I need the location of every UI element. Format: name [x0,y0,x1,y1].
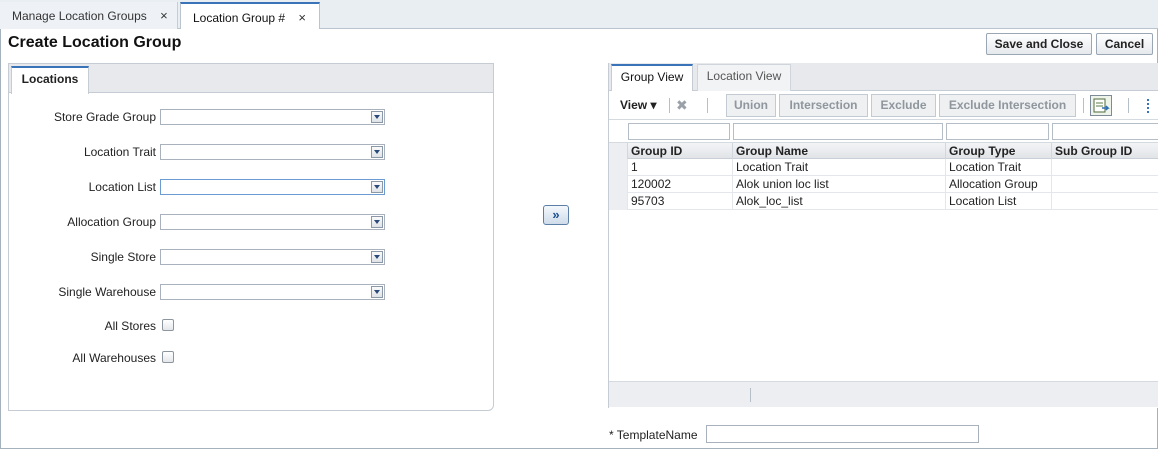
cell-group-type: Allocation Group [945,176,1051,193]
save-and-close-button[interactable]: Save and Close [986,33,1092,55]
chevron-down-icon[interactable] [371,146,383,158]
template-name-text: TemplateName [616,428,698,442]
table-header: Group ID Group Name Group Type Sub Group… [609,142,1158,160]
group-toolbar: View ▾ ✖ Union Intersection Exclude Excl… [609,91,1158,120]
allocation-group-label: Allocation Group [67,215,156,229]
tab-group-view[interactable]: Group View [611,64,693,92]
toolbar-separator [669,98,670,113]
document-tab-strip: Manage Location Groups × Location Group … [0,0,1158,30]
close-icon[interactable]: × [298,10,306,25]
filter-group-name-input[interactable] [733,123,943,140]
double-chevron-right-icon: » [552,207,560,222]
filter-group-type-input[interactable] [946,123,1049,140]
chevron-down-icon[interactable] [371,111,383,123]
store-grade-group-select[interactable] [160,109,385,125]
tab-label: Manage Location Groups [12,9,147,23]
table-row[interactable]: 120002 Alok union loc list Allocation Gr… [609,176,1158,193]
location-list-label: Location List [88,180,156,194]
intersection-button[interactable]: Intersection [779,94,868,117]
all-stores-checkbox[interactable] [162,319,174,331]
groups-table: Group ID Group Name Group Type Sub Group… [609,120,1158,408]
tab-locations[interactable]: Locations [11,66,89,94]
page-title: Create Location Group [8,34,182,51]
toolbar-separator [1083,98,1084,113]
row-selector[interactable] [609,159,627,176]
location-trait-select[interactable] [160,144,385,160]
filter-row [609,120,1158,142]
cancel-button[interactable]: Cancel [1096,33,1153,55]
union-button[interactable]: Union [726,94,776,117]
required-marker: * [609,428,614,442]
column-header-sub-group-id[interactable]: Sub Group ID [1051,143,1158,160]
single-warehouse-select[interactable] [160,284,385,300]
single-store-label: Single Store [90,250,156,264]
single-warehouse-label: Single Warehouse [58,285,156,299]
chevron-down-icon[interactable] [371,181,383,193]
cell-group-name: Alok_loc_list [732,193,945,210]
close-icon[interactable]: × [160,8,168,23]
row-header-corner [609,143,627,159]
cell-sub-group-id [1051,193,1158,210]
table-row[interactable]: 1 Location Trait Location Trait [609,159,1158,176]
group-view-panel: Group View Location View View ▾ ✖ Union … [608,63,1158,408]
column-header-group-name[interactable]: Group Name [732,143,945,160]
filter-sub-group-id-input[interactable] [1052,123,1158,140]
all-warehouses-checkbox[interactable] [162,351,174,363]
delete-icon[interactable]: ✖ [676,97,688,114]
cell-group-name: Location Trait [732,159,945,176]
all-stores-label: All Stores [104,319,156,333]
locations-tabbar: Locations [9,64,493,94]
cell-group-id: 120002 [627,176,732,193]
chevron-down-icon[interactable] [371,286,383,298]
table-row[interactable]: 95703 Alok_loc_list Location List [609,193,1158,210]
view-menu[interactable]: View ▾ [620,98,657,112]
cell-sub-group-id [1051,159,1158,176]
column-header-group-type[interactable]: Group Type [945,143,1051,160]
allocation-group-select[interactable] [160,214,385,230]
column-header-group-id[interactable]: Group ID [627,143,732,160]
row-selector[interactable] [609,193,627,210]
locations-panel: Locations Store Grade Group Location Tra… [8,63,494,411]
exclude-intersection-button[interactable]: Exclude Intersection [939,94,1076,117]
overflow-icon[interactable] [1147,99,1150,113]
all-warehouses-label: All Warehouses [72,351,156,365]
exclude-button[interactable]: Exclude [871,94,936,117]
tab-manage-location-groups[interactable]: Manage Location Groups × [0,2,178,29]
cell-group-type: Location List [945,193,1051,210]
chevron-down-icon[interactable] [371,251,383,263]
cell-group-type: Location Trait [945,159,1051,176]
chevron-down-icon[interactable] [371,216,383,228]
toolbar-separator [707,98,708,113]
group-tabbar: Group View Location View [609,63,1158,92]
toolbar-separator [1128,98,1129,113]
export-icon[interactable] [1090,95,1112,116]
single-store-select[interactable] [160,249,385,265]
cell-group-name: Alok union loc list [732,176,945,193]
cell-group-id: 95703 [627,193,732,210]
footer-divider [750,388,751,402]
tab-location-view[interactable]: Location View [697,64,791,92]
row-selector[interactable] [609,176,627,193]
filter-group-id-input[interactable] [628,123,730,140]
location-trait-label: Location Trait [83,145,156,159]
cell-group-id: 1 [627,159,732,176]
store-grade-group-label: Store Grade Group [53,110,156,124]
template-name-input[interactable] [706,425,979,443]
tab-location-group[interactable]: Location Group # × [180,2,320,30]
cell-sub-group-id [1051,176,1158,193]
table-footer [609,381,1158,407]
move-right-button[interactable]: » [543,205,569,225]
template-name-label: * TemplateName [609,428,698,442]
tab-label: Location Group # [193,11,286,25]
location-list-select[interactable] [160,179,385,195]
